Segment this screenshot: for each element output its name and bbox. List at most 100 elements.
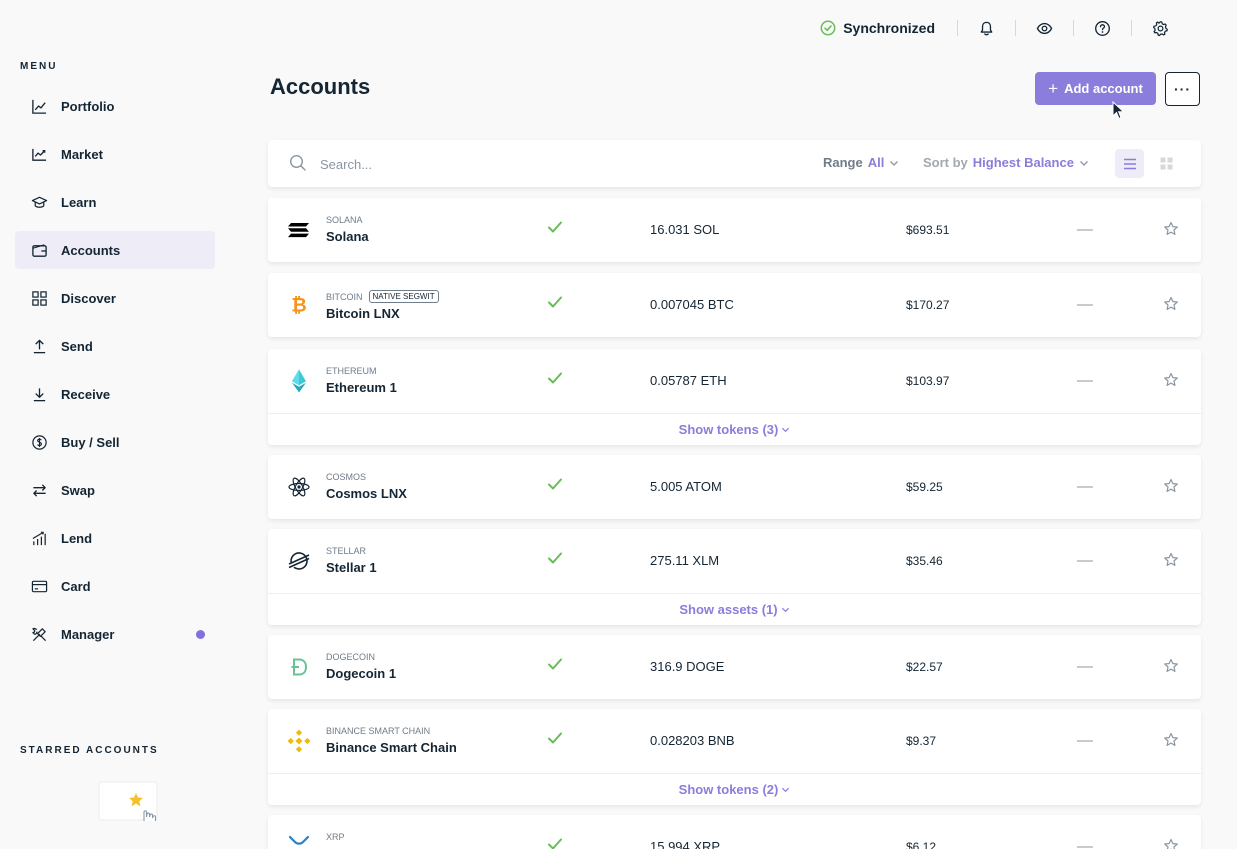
chevron-down-icon	[1079, 160, 1088, 166]
chevron-down-icon	[890, 160, 899, 166]
sidebar-item-manager[interactable]: Manager	[15, 615, 215, 653]
account-card: COSMOS Cosmos LNX 5.005 ATOM $59.25	[268, 455, 1201, 519]
search-input[interactable]	[320, 152, 620, 176]
notifications-button[interactable]	[958, 13, 1015, 43]
account-row[interactable]: COSMOS Cosmos LNX 5.005 ATOM $59.25	[268, 455, 1201, 519]
portfolio-icon	[30, 97, 48, 115]
variation-placeholder	[1077, 486, 1093, 488]
account-row[interactable]: BINANCE SMART CHAIN Binance Smart Chain …	[268, 709, 1201, 773]
show-tokens-button[interactable]: Show tokens (2)	[268, 773, 1201, 805]
account-name: Cosmos LNX	[326, 486, 407, 501]
grid-view-button[interactable]	[1152, 149, 1181, 178]
svg-text:₿: ₿	[291, 295, 306, 317]
chevron-down-icon	[782, 427, 790, 433]
sidebar-item-market[interactable]: Market	[15, 135, 215, 173]
settings-button[interactable]	[1132, 13, 1189, 43]
account-name: Stellar 1	[326, 560, 377, 575]
learn-icon	[30, 193, 48, 211]
currency-label: BINANCE SMART CHAIN	[326, 726, 431, 736]
star-icon[interactable]	[1163, 838, 1179, 849]
show-assets-button[interactable]: Show assets (1)	[268, 593, 1201, 625]
star-icon[interactable]	[1163, 658, 1179, 674]
sidebar-item-swap[interactable]: Swap	[15, 471, 215, 509]
star-icon[interactable]	[1163, 296, 1179, 312]
account-card: ETHEREUM Ethereum 1 0.05787 ETH $103.97 …	[268, 349, 1201, 445]
range-value: All	[867, 155, 885, 170]
account-fiat-value: $170.27	[906, 298, 950, 312]
add-account-button[interactable]: + Add account	[1035, 72, 1156, 105]
variation-placeholder	[1077, 560, 1093, 562]
show-tokens-button[interactable]: Show tokens (3)	[268, 413, 1201, 445]
range-dropdown[interactable]: Range All	[823, 155, 899, 170]
sidebar-item-lend[interactable]: Lend	[15, 519, 215, 557]
account-fiat-value: $35.46	[906, 554, 943, 568]
sync-status[interactable]: Synchronized	[820, 20, 957, 36]
dogecoin-icon	[286, 654, 312, 680]
star-icon[interactable]	[1163, 372, 1179, 388]
range-label: Range	[823, 155, 863, 170]
account-fiat-value: $6.12	[906, 840, 937, 849]
notification-dot	[196, 630, 205, 639]
check-icon	[548, 372, 562, 384]
sidebar-item-discover[interactable]: Discover	[15, 279, 215, 317]
account-card: DOGECOIN Dogecoin 1 316.9 DOGE $22.57	[268, 635, 1201, 699]
more-options-button[interactable]: ···	[1165, 72, 1200, 106]
send-icon	[30, 337, 48, 355]
sidebar-item-portfolio[interactable]: Portfolio	[15, 87, 215, 125]
settings-icon	[1152, 20, 1168, 36]
account-name: Solana	[326, 229, 369, 244]
xrp-icon	[286, 834, 312, 849]
account-row[interactable]: ETHEREUM Ethereum 1 0.05787 ETH $103.97	[268, 349, 1201, 413]
account-fiat-value: $22.57	[906, 660, 943, 674]
account-row[interactable]: XRP 15.994 XRP $6.12	[268, 815, 1201, 849]
sidebar-item-receive[interactable]: Receive	[15, 375, 215, 413]
variation-placeholder	[1077, 666, 1093, 668]
check-icon	[548, 838, 562, 849]
star-icon[interactable]	[1163, 732, 1179, 748]
sidebar-item-label: Send	[61, 338, 93, 354]
currency-label: XRP	[326, 832, 345, 842]
sidebar-item-label: Card	[61, 578, 91, 594]
sidebar-item-label: Swap	[61, 482, 95, 498]
account-balance: 316.9 DOGE	[650, 659, 725, 674]
menu-title: MENU	[20, 61, 58, 72]
account-row[interactable]: DOGECOIN Dogecoin 1 316.9 DOGE $22.57	[268, 635, 1201, 699]
help-button[interactable]	[1074, 13, 1131, 43]
show-tokens-label: Show tokens (2)	[678, 782, 779, 797]
accounts-toolbar: Range All Sort by Highest Balance	[268, 140, 1201, 187]
help-icon	[1095, 20, 1110, 36]
sidebar-item-learn[interactable]: Learn	[15, 183, 215, 221]
market-icon	[30, 145, 48, 163]
privacy-toggle-button[interactable]	[1016, 13, 1073, 43]
sidebar-item-buy-sell[interactable]: Buy / Sell	[15, 423, 215, 461]
variation-placeholder	[1077, 229, 1093, 231]
sidebar-nav: Portfolio Market Learn Accounts Discover…	[15, 87, 215, 663]
star-icon[interactable]	[1163, 478, 1179, 494]
star-icon[interactable]	[1163, 552, 1179, 568]
account-fiat-value: $59.25	[906, 480, 943, 494]
list-view-button[interactable]	[1115, 149, 1144, 178]
tools-icon	[30, 625, 48, 643]
currency-label: COSMOS	[326, 472, 367, 482]
ethereum-icon	[286, 368, 312, 394]
solana-icon	[286, 217, 312, 243]
currency-label: DOGECOIN	[326, 652, 376, 662]
sidebar-item-card[interactable]: Card	[15, 567, 215, 605]
mouse-cursor-icon	[1112, 101, 1125, 120]
account-balance: 0.05787 ETH	[650, 373, 727, 388]
sync-label: Synchronized	[843, 20, 935, 36]
account-row[interactable]: ₿ BITCOIN NATIVE SEGWIT Bitcoin LNX 0.00…	[268, 273, 1201, 337]
bell-icon	[980, 21, 993, 35]
top-bar: Synchronized	[240, 0, 1237, 56]
account-fiat-value: $693.51	[906, 223, 950, 237]
sidebar-item-accounts[interactable]: Accounts	[15, 231, 215, 269]
account-balance: 0.007045 BTC	[650, 297, 734, 312]
sort-dropdown[interactable]: Sort by Highest Balance	[923, 155, 1089, 170]
account-row[interactable]: STELLAR Stellar 1 275.11 XLM $35.46	[268, 529, 1201, 593]
sidebar-item-label: Accounts	[61, 242, 121, 258]
sidebar-item-label: Receive	[61, 386, 111, 402]
check-icon	[548, 552, 562, 564]
sidebar-item-send[interactable]: Send	[15, 327, 215, 365]
star-icon[interactable]	[1163, 221, 1179, 237]
account-row[interactable]: SOLANA Solana 16.031 SOL $693.51	[268, 198, 1201, 262]
